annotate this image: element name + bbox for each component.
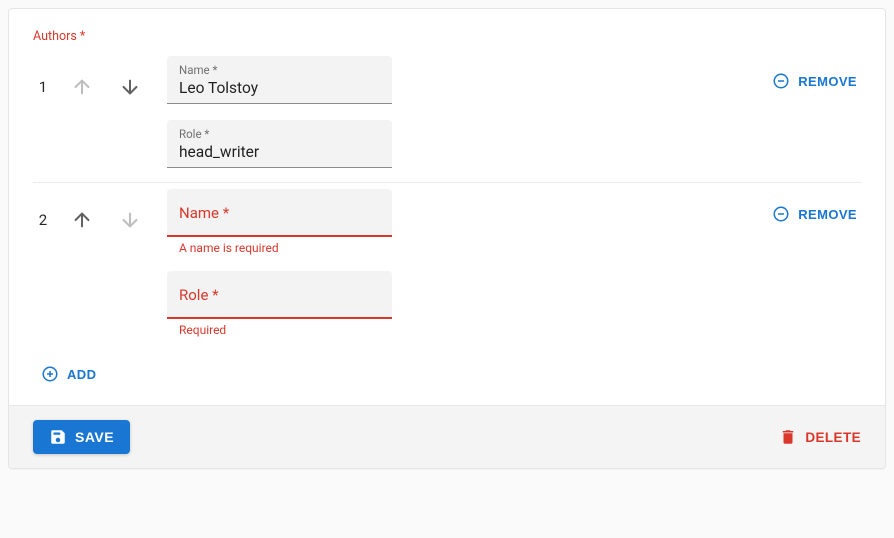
role-field-box[interactable]: Role * xyxy=(167,120,392,168)
role-field: Role * xyxy=(167,120,392,168)
reorder-controls xyxy=(67,189,145,235)
remove-column: REMOVE xyxy=(768,189,861,229)
arrow-down-icon xyxy=(119,76,141,98)
row-fields: Name * A name is required Role * Require… xyxy=(167,189,768,337)
reorder-controls xyxy=(67,56,145,102)
arrow-up-icon xyxy=(71,76,93,98)
arrow-up-icon xyxy=(71,209,93,231)
remove-label: REMOVE xyxy=(798,74,857,89)
role-field: Role * Required xyxy=(167,271,392,337)
name-field: Name * A name is required xyxy=(167,189,392,255)
arrow-down-icon xyxy=(119,209,141,231)
name-field-box[interactable]: Name * xyxy=(167,189,392,237)
error-text: Required xyxy=(167,319,392,337)
name-field: Name * xyxy=(167,56,392,104)
move-up-button xyxy=(67,72,97,102)
field-label: Role * xyxy=(179,286,380,304)
name-field-box[interactable]: Name * xyxy=(167,56,392,104)
add-label: ADD xyxy=(67,367,96,382)
row-index: 2 xyxy=(33,189,53,229)
remove-button[interactable]: REMOVE xyxy=(768,66,861,96)
remove-circle-icon xyxy=(772,72,790,90)
form-footer: SAVE DELETE xyxy=(9,405,885,468)
save-icon xyxy=(49,428,67,446)
form-card: Authors * 1 Name * xyxy=(8,8,886,469)
add-button[interactable]: ADD xyxy=(37,359,100,389)
save-button[interactable]: SAVE xyxy=(33,420,130,454)
field-label: Name * xyxy=(179,64,380,78)
add-circle-icon xyxy=(41,365,59,383)
field-label: Role * xyxy=(179,128,380,142)
remove-label: REMOVE xyxy=(798,207,857,222)
row-fields: Name * Role * xyxy=(167,56,768,168)
card-body: Authors * 1 Name * xyxy=(9,9,885,405)
remove-circle-icon xyxy=(772,205,790,223)
name-input[interactable] xyxy=(179,79,380,97)
delete-label: DELETE xyxy=(805,430,861,445)
move-up-button[interactable] xyxy=(67,205,97,235)
author-row: 2 Name * A name is required xyxy=(33,183,861,351)
add-row: ADD xyxy=(33,351,861,397)
error-text: A name is required xyxy=(167,237,392,255)
row-index: 1 xyxy=(33,56,53,96)
role-field-box[interactable]: Role * xyxy=(167,271,392,319)
section-label: Authors * xyxy=(33,29,861,44)
delete-button[interactable]: DELETE xyxy=(779,428,861,446)
role-input[interactable] xyxy=(179,143,380,161)
trash-icon xyxy=(779,428,797,446)
move-down-button[interactable] xyxy=(115,72,145,102)
save-label: SAVE xyxy=(75,429,114,445)
remove-column: REMOVE xyxy=(768,56,861,96)
author-row: 1 Name * Role * xyxy=(33,50,861,183)
move-down-button xyxy=(115,205,145,235)
remove-button[interactable]: REMOVE xyxy=(768,199,861,229)
field-label: Name * xyxy=(179,204,380,222)
